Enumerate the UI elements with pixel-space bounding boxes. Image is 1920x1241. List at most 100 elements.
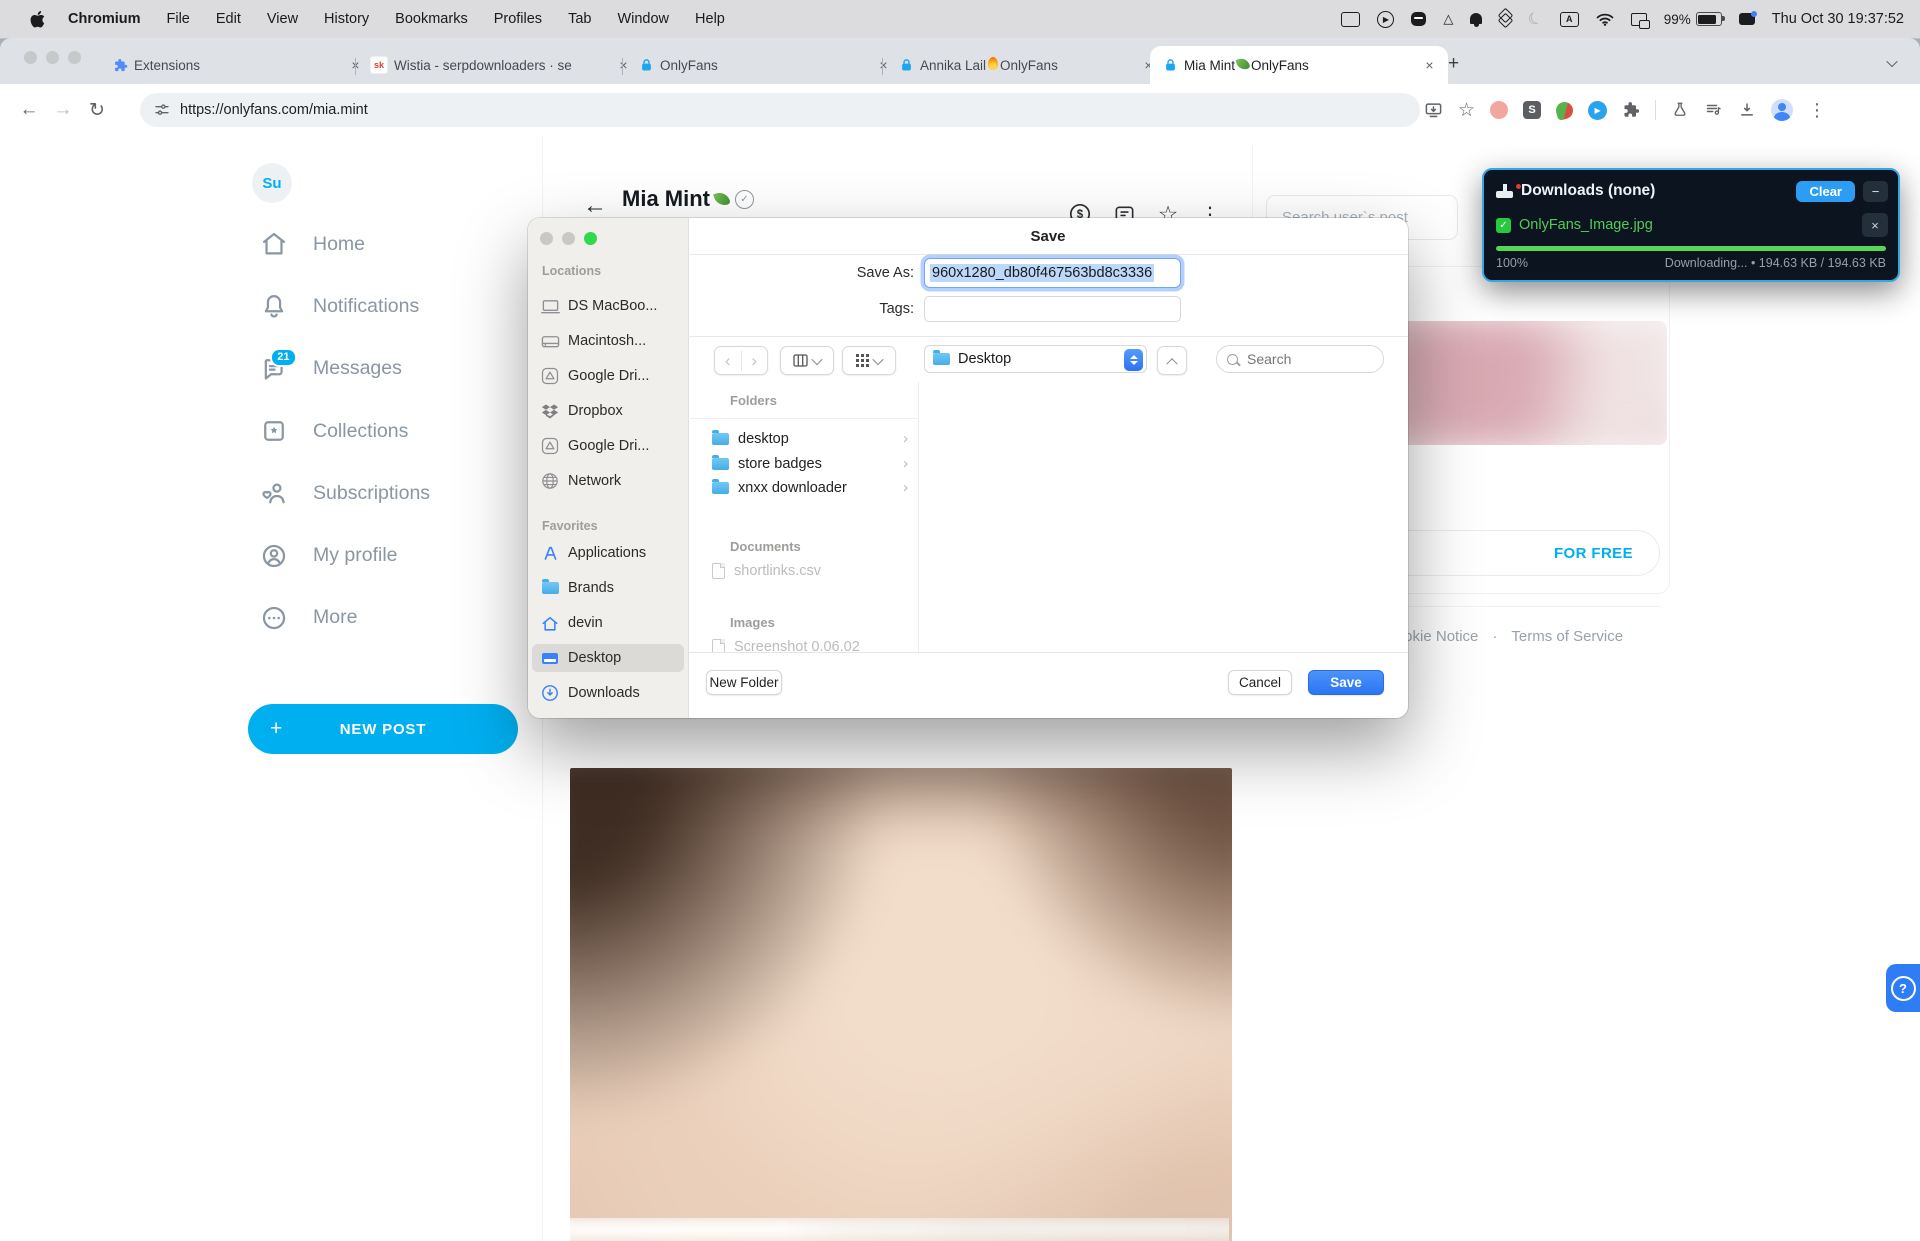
tags-field[interactable] [924,296,1181,322]
dialog-search-field[interactable] [1216,345,1384,373]
profile-avatar-icon[interactable] [1771,99,1793,121]
site-settings-tune-icon[interactable] [154,102,170,118]
kebab-menu-icon[interactable]: ⋮ [1808,100,1826,121]
sidebar-item-home[interactable]: Home [260,213,530,275]
column-view-button[interactable] [780,346,834,375]
location-dropdown[interactable]: Desktop [924,345,1147,373]
dialog-close-button[interactable] [540,232,553,245]
dialog-minimize-button[interactable] [562,232,575,245]
forward-button[interactable]: → [46,99,80,121]
menu-window[interactable]: Window [604,11,682,27]
menu-bar-clock[interactable]: Thu Oct 30 19:37:52 [1772,11,1904,27]
menu-help[interactable]: Help [682,11,738,27]
screen-mirroring-icon[interactable] [1631,13,1647,26]
downloads-title: Downloads (none) [1521,182,1655,200]
apple-logo-icon[interactable] [20,11,55,28]
menu-file[interactable]: File [154,11,203,27]
collapse-button[interactable] [1157,346,1187,375]
sidebar-item-messages[interactable]: 21 Messages [260,338,530,400]
window-minimize-button[interactable] [46,51,59,64]
sidebar-item-subscriptions[interactable]: Subscriptions [260,462,530,524]
location-macintosh-hd[interactable]: Macintosh... [532,327,684,355]
line-app-icon[interactable] [1411,12,1426,26]
folder-row-desktop[interactable]: desktop › [712,430,908,447]
tab-close-icon[interactable]: × [1421,57,1438,74]
grid-view-button[interactable] [842,346,896,375]
play-status-icon[interactable]: ▶ [1377,11,1394,28]
menu-history[interactable]: History [311,11,382,27]
favorite-downloads[interactable]: Downloads [532,679,684,707]
extension-play-icon[interactable]: ▶ [1588,101,1607,120]
extension-leaf-icon[interactable] [1554,100,1575,121]
close-icon[interactable]: × [1862,213,1888,237]
tab-wistia[interactable]: sk Wistia - serpdownloaders · se × [358,46,642,84]
dialog-zoom-button[interactable] [584,232,597,245]
vpn-triangle-icon[interactable]: △ [1443,11,1453,27]
menu-profiles[interactable]: Profiles [481,11,555,27]
favorite-devin-home[interactable]: devin [532,609,684,637]
new-tab-button[interactable]: + [1448,53,1459,75]
notification-bell-icon[interactable] [1470,15,1482,24]
window-zoom-button[interactable] [68,51,81,64]
help-chat-button[interactable]: ? [1886,964,1920,1012]
reload-button[interactable]: ↻ [80,99,114,122]
nav-forward-button[interactable]: › [741,351,768,371]
tab-search-chevron[interactable] [1888,54,1896,72]
downloads-toolbar-icon[interactable] [1738,101,1756,119]
menu-edit[interactable]: Edit [203,11,254,27]
location-dropbox[interactable]: Dropbox [532,397,684,425]
input-source-icon[interactable]: A [1560,12,1579,27]
location-google-drive-1[interactable]: Google Dri... [532,362,684,390]
back-arrow-icon[interactable]: ← [583,192,607,220]
tab-mia-mint-active[interactable]: Mia MintOnlyFans × [1150,46,1448,84]
menu-tab[interactable]: Tab [555,11,604,27]
extension-s-icon[interactable]: S [1523,101,1541,119]
display-settings-icon[interactable] [1739,13,1755,25]
nav-back-button[interactable]: ‹ [715,351,741,371]
menu-app-name[interactable]: Chromium [55,11,154,27]
extensions-puzzle-icon[interactable] [1622,101,1640,119]
screen-capture-icon[interactable] [1341,12,1360,27]
new-post-button[interactable]: + NEW POST [248,704,518,754]
sidebar-item-collections[interactable]: Collections [260,400,530,462]
extension-pink-icon[interactable] [1490,101,1508,119]
location-network[interactable]: Network [532,467,684,495]
battery-indicator[interactable]: 99% [1664,12,1722,27]
favorite-desktop-selected[interactable]: Desktop [532,644,684,672]
playlist-extension-icon[interactable] [1704,101,1723,119]
menu-view[interactable]: View [254,11,311,27]
tab-annika[interactable]: Annika LailOnlyFans × [886,46,1167,84]
sidebar-item-notifications[interactable]: Notifications [260,275,530,337]
stack-icon[interactable] [1499,13,1511,25]
dialog-search-input[interactable] [1245,350,1359,368]
minimize-button[interactable]: − [1863,181,1888,202]
favorite-applications[interactable]: Applications [532,539,684,567]
menu-bookmarks[interactable]: Bookmarks [382,11,481,27]
download-filename[interactable]: OnlyFans_Image.jpg [1519,217,1653,233]
location-google-drive-2[interactable]: Google Dri... [532,432,684,460]
location-ds-macbook[interactable]: DS MacBoo... [532,292,684,320]
wifi-icon[interactable] [1596,12,1614,26]
filename-field[interactable]: 960x1280_db80f467563bd8c3336 [924,258,1181,288]
save-button[interactable]: Save [1308,670,1384,695]
terms-of-service-link[interactable]: Terms of Service [1511,628,1623,645]
folder-row-xnxx-downloader[interactable]: xnxx downloader › [712,479,908,496]
bookmark-star-icon[interactable]: ☆ [1458,99,1475,122]
tab-onlyfans[interactable]: OnlyFans × [626,46,902,84]
clear-button[interactable]: Clear [1796,181,1855,202]
cancel-button[interactable]: Cancel [1228,670,1292,695]
window-close-button[interactable] [24,51,37,64]
folder-row-store-badges[interactable]: store badges › [712,455,908,472]
checkbox-checked-icon[interactable]: ✓ [1496,218,1511,233]
do-not-disturb-moon-icon[interactable]: ☾ [1525,7,1546,31]
flask-extension-icon[interactable] [1671,101,1689,119]
new-folder-button[interactable]: New Folder [706,670,782,695]
install-page-icon[interactable] [1424,101,1443,120]
favorite-brands[interactable]: Brands [532,574,684,602]
avatar[interactable]: Su [252,163,292,203]
tab-extensions[interactable]: Extensions × [100,46,374,84]
sidebar-item-more[interactable]: More [260,587,530,649]
back-button[interactable]: ← [12,99,46,121]
sidebar-item-my-profile[interactable]: My profile [260,524,530,586]
address-bar[interactable]: https://onlyfans.com/mia.mint [140,93,1420,127]
